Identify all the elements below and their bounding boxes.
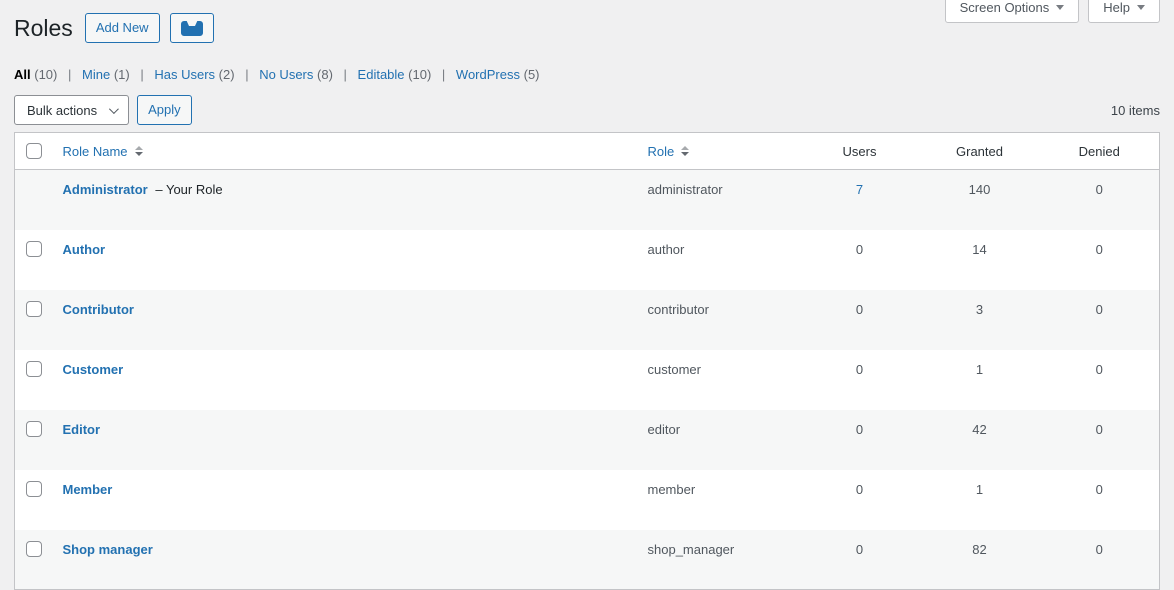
denied-count: 0	[1040, 170, 1160, 230]
table-row: Author author 0 14 0	[15, 230, 1160, 290]
granted-count: 1	[920, 350, 1040, 410]
row-checkbox[interactable]	[26, 481, 42, 497]
filter-item: WordPress (5)	[456, 67, 540, 82]
bulk-actions-selected-value: Bulk actions	[27, 103, 97, 118]
help-label: Help	[1103, 0, 1130, 15]
roles-admin-page: Roles Add New All (10) Mine (1) Has User…	[0, 0, 1174, 590]
denied-count: 0	[1040, 230, 1160, 290]
table-toolbar: Bulk actions Apply 10 items	[14, 95, 1160, 125]
select-all-checkbox[interactable]	[26, 143, 42, 159]
table-row: Member member 0 1 0	[15, 470, 1160, 530]
filter-link[interactable]: No Users	[259, 67, 313, 82]
filter-link[interactable]: Editable	[358, 67, 405, 82]
roles-table: Role Name Role Users Granted Denied	[14, 132, 1160, 590]
filter-item: Editable (10)	[358, 67, 453, 82]
role-name-link[interactable]: Administrator	[63, 182, 148, 197]
row-checkbox[interactable]	[26, 541, 42, 557]
chevron-down-icon	[109, 104, 119, 114]
add-new-button[interactable]: Add New	[85, 13, 160, 43]
role-slug: editor	[638, 410, 800, 470]
role-slug: administrator	[638, 170, 800, 230]
sort-by-role[interactable]: Role	[648, 144, 690, 159]
table-row: Shop manager shop_manager 0 82 0	[15, 530, 1160, 590]
denied-count: 0	[1040, 290, 1160, 350]
granted-count: 1	[920, 470, 1040, 530]
granted-count: 3	[920, 290, 1040, 350]
filter-item: All (10)	[14, 67, 78, 82]
granted-count: 140	[920, 170, 1040, 230]
screen-options-label: Screen Options	[960, 0, 1050, 15]
role-name-link[interactable]: Customer	[63, 362, 124, 377]
role-name-link[interactable]: Shop manager	[63, 542, 153, 557]
filter-link[interactable]: Mine	[82, 67, 110, 82]
role-slug: shop_manager	[638, 530, 800, 590]
apply-button[interactable]: Apply	[137, 95, 192, 125]
filter-count: (8)	[317, 67, 333, 82]
filter-link[interactable]: Has Users	[154, 67, 215, 82]
role-slug: author	[638, 230, 800, 290]
users-count: 0	[800, 410, 920, 470]
users-column-header: Users	[800, 133, 920, 170]
table-row: Contributor contributor 0 3 0	[15, 290, 1160, 350]
filter-item: Mine (1)	[82, 67, 151, 82]
table-row: Editor editor 0 42 0	[15, 410, 1160, 470]
granted-count: 82	[920, 530, 1040, 590]
table-body: Administrator – Your Role administrator …	[15, 170, 1160, 590]
denied-count: 0	[1040, 410, 1160, 470]
help-button[interactable]: Help	[1088, 0, 1160, 23]
filter-link-current[interactable]: All	[14, 67, 31, 82]
role-name-link[interactable]: Editor	[63, 422, 101, 437]
denied-count: 0	[1040, 350, 1160, 410]
users-count: 7	[800, 170, 920, 230]
role-name-link[interactable]: Author	[63, 242, 106, 257]
chevron-down-icon	[1056, 5, 1064, 10]
granted-count: 14	[920, 230, 1040, 290]
row-checkbox[interactable]	[26, 421, 42, 437]
filter-item: No Users (8)	[259, 67, 354, 82]
screen-meta-links: Screen Options Help	[945, 0, 1160, 23]
row-checkbox[interactable]	[26, 241, 42, 257]
table-row: Customer customer 0 1 0	[15, 350, 1160, 410]
role-slug: contributor	[638, 290, 800, 350]
users-count: 0	[800, 350, 920, 410]
denied-count: 0	[1040, 530, 1160, 590]
granted-count: 42	[920, 410, 1040, 470]
row-checkbox[interactable]	[26, 361, 42, 377]
filter-item: Has Users (2)	[154, 67, 255, 82]
items-count: 10 items	[1111, 103, 1160, 118]
screen-options-button[interactable]: Screen Options	[945, 0, 1080, 23]
filter-count: (2)	[219, 67, 235, 82]
import-roles-button[interactable]	[170, 13, 214, 43]
filter-links: All (10) Mine (1) Has Users (2) No Users…	[14, 67, 1160, 82]
table-header: Role Name Role Users Granted Denied	[15, 133, 1160, 170]
filter-count: (1)	[114, 67, 130, 82]
table-row: Administrator – Your Role administrator …	[15, 170, 1160, 230]
filter-link[interactable]: WordPress	[456, 67, 520, 82]
inbox-tray-icon	[181, 21, 203, 36]
users-count: 0	[800, 470, 920, 530]
granted-column-header: Granted	[920, 133, 1040, 170]
filter-count: (5)	[524, 67, 540, 82]
denied-count: 0	[1040, 470, 1160, 530]
filter-count: (10)	[34, 67, 57, 82]
bulk-actions-select[interactable]: Bulk actions	[14, 95, 129, 125]
sort-arrows-icon	[681, 146, 689, 156]
role-name-link[interactable]: Member	[63, 482, 113, 497]
role-slug: member	[638, 470, 800, 530]
role-slug: customer	[638, 350, 800, 410]
role-name-suffix: – Your Role	[155, 182, 222, 197]
page-title: Roles	[14, 13, 73, 43]
users-count: 0	[800, 530, 920, 590]
role-column-header: Role	[648, 144, 675, 159]
users-count: 0	[800, 290, 920, 350]
chevron-down-icon	[1137, 5, 1145, 10]
role-name-column-header: Role Name	[63, 144, 128, 159]
sort-arrows-icon	[135, 146, 143, 156]
sort-by-role-name[interactable]: Role Name	[63, 144, 143, 159]
role-name-link[interactable]: Contributor	[63, 302, 134, 317]
denied-column-header: Denied	[1040, 133, 1160, 170]
users-count: 0	[800, 230, 920, 290]
row-checkbox[interactable]	[26, 301, 42, 317]
filter-count: (10)	[408, 67, 431, 82]
